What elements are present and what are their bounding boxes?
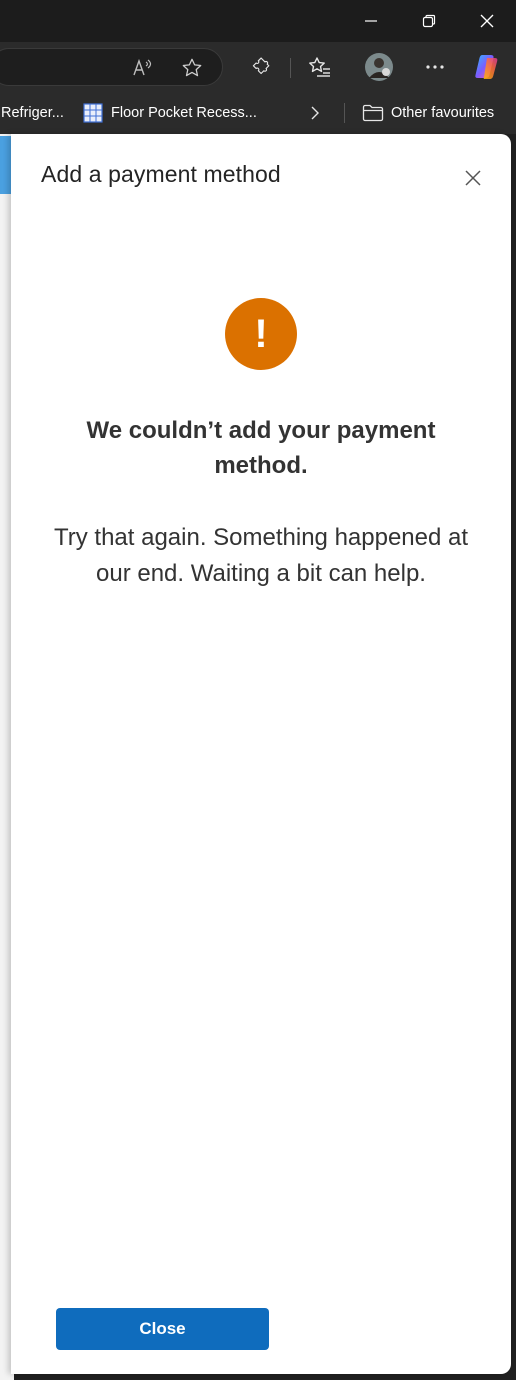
panel-title: Add a payment method (41, 161, 281, 187)
toolbar (0, 42, 516, 92)
profile-button[interactable] (361, 49, 397, 85)
read-aloud-button[interactable] (125, 50, 161, 86)
avatar (365, 53, 393, 81)
payment-method-panel: Add a payment method ! We couldn’t add y… (11, 134, 511, 1374)
grid-icon (83, 103, 103, 123)
extensions-icon (252, 57, 270, 75)
other-favourites-label: Other favourites (391, 105, 495, 121)
copilot-icon (475, 55, 498, 79)
toolbar-divider (290, 58, 291, 78)
exclamation-mark: ! (254, 312, 268, 356)
warning-icon: ! (225, 298, 297, 370)
favourite-item[interactable]: Floor Pocket Recess... (83, 92, 257, 134)
error-heading: We couldn’t add your payment method. (86, 417, 436, 479)
window-close-button[interactable] (458, 0, 516, 42)
more-icon (426, 65, 444, 69)
page-accent (0, 136, 11, 194)
restore-button[interactable] (400, 0, 458, 42)
star-icon (182, 58, 202, 77)
favourite-label: Refriger... (1, 105, 64, 121)
chevron-right-icon (311, 106, 319, 120)
folder-icon (362, 104, 384, 122)
panel-close-button[interactable] (459, 164, 487, 192)
minimize-icon (365, 20, 377, 22)
more-button[interactable] (417, 49, 453, 85)
address-bar[interactable] (0, 48, 223, 86)
copilot-button[interactable] (470, 49, 506, 85)
favourites-bar: Refriger... Floor Pocket Recess... Other… (0, 92, 516, 134)
minimize-button[interactable] (342, 0, 400, 42)
favourites-overflow-button[interactable] (309, 92, 321, 134)
favourite-item[interactable]: Refriger... (1, 92, 64, 134)
close-button[interactable]: Close (56, 1308, 269, 1350)
favorites-button[interactable] (302, 49, 338, 85)
extensions-button[interactable] (242, 49, 278, 85)
close-icon (465, 170, 481, 186)
favourite-label: Floor Pocket Recess... (111, 105, 257, 121)
favorite-star-button[interactable] (174, 50, 210, 86)
read-aloud-icon (133, 58, 152, 76)
favorites-icon (309, 57, 330, 77)
error-message: Try that again. Something happened at ou… (53, 524, 469, 587)
close-icon (480, 14, 494, 28)
favourites-divider (344, 103, 345, 123)
other-favourites-folder[interactable]: Other favourites (362, 92, 494, 134)
browser-window: Refriger... Floor Pocket Recess... Other… (0, 0, 516, 1380)
restore-icon (422, 14, 436, 28)
title-bar (0, 0, 516, 42)
